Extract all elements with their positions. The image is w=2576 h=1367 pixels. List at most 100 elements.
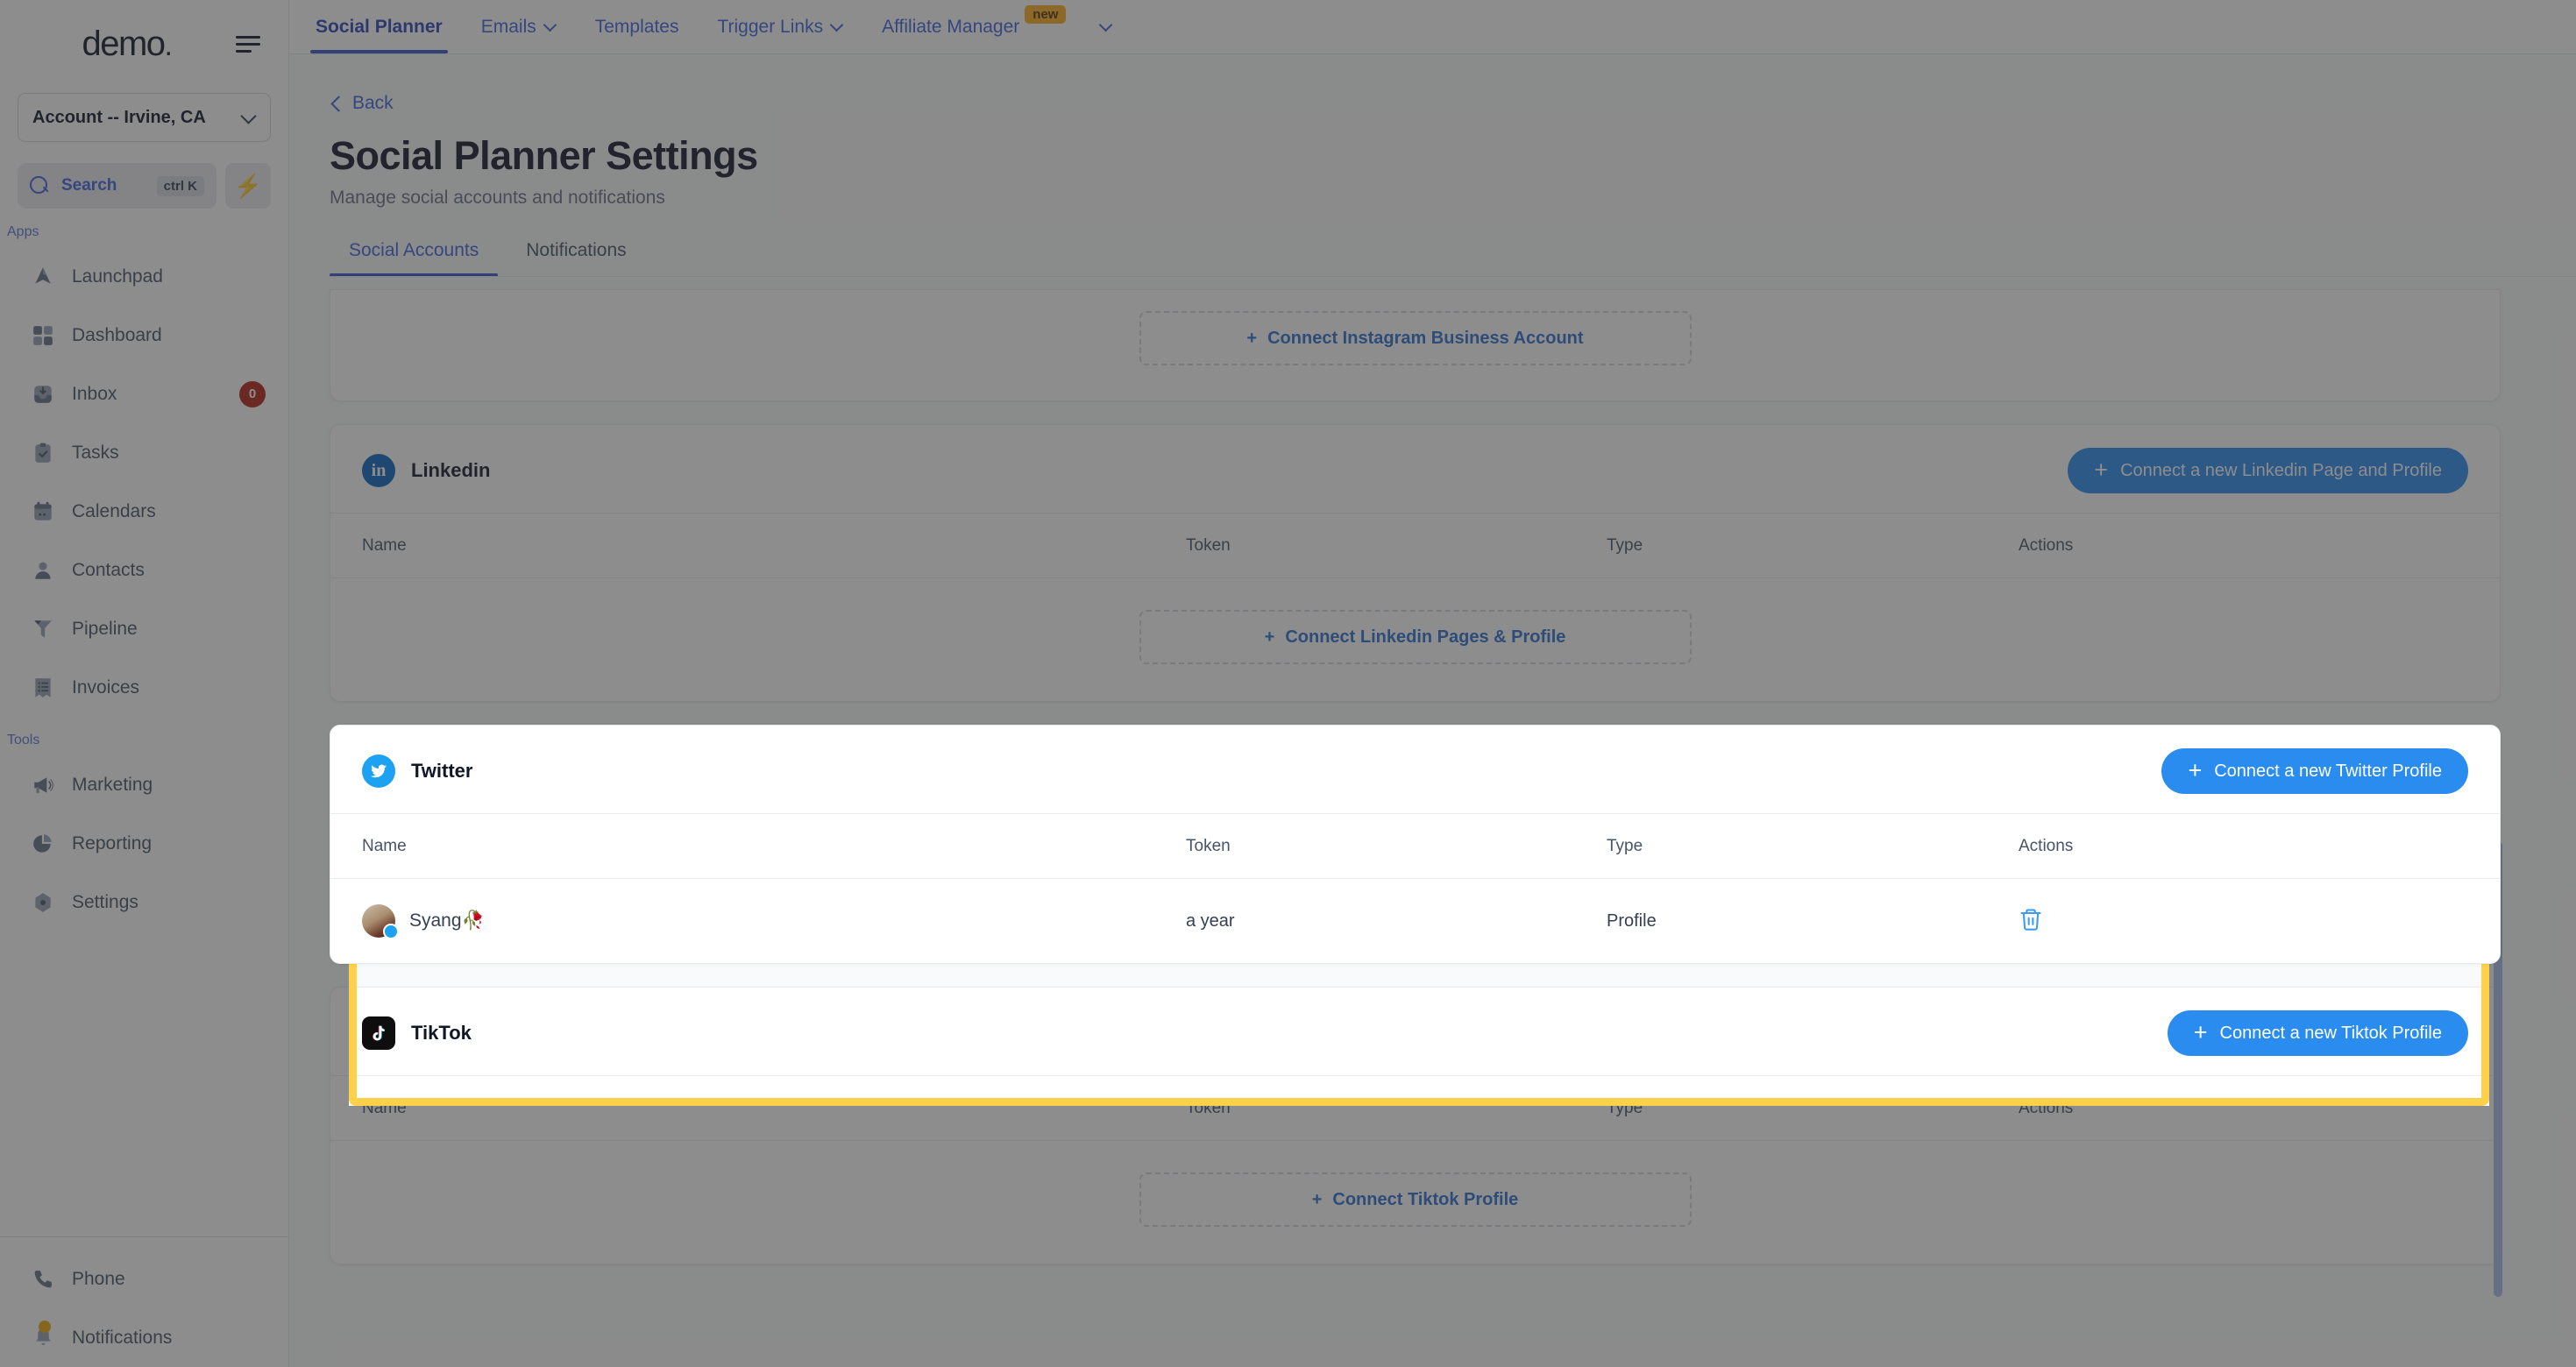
column-header-name: Name: [362, 836, 407, 855]
column-header-name: Name: [362, 535, 407, 555]
sidebar-item-phone[interactable]: Phone: [0, 1250, 288, 1308]
sidebar-item-invoices[interactable]: Invoices: [0, 658, 288, 717]
sidebar-item-contacts[interactable]: Contacts: [0, 541, 288, 599]
sidebar-item-label: Settings: [72, 891, 138, 912]
tab-social-accounts[interactable]: Social Accounts: [330, 240, 499, 277]
tab-label: Emails: [480, 16, 536, 37]
tab-overflow-button[interactable]: [1085, 0, 1128, 53]
sidebar-item-dashboard[interactable]: Dashboard: [0, 306, 288, 365]
tab-notifications[interactable]: Notifications: [507, 240, 645, 277]
settings-tabs: Social Accounts Notifications: [330, 240, 2576, 277]
sidebar-item-label: Marketing: [72, 774, 153, 795]
sidebar-item-label: Calendars: [72, 500, 156, 521]
sidebar-collapse-icon[interactable]: [231, 26, 266, 61]
sidebar-item-calendars[interactable]: Calendars: [0, 482, 288, 541]
column-header-token: Token: [1186, 1098, 1231, 1117]
tiktok-platform: TikTok: [362, 1016, 472, 1050]
sidebar-brand-row: demo.: [0, 0, 288, 88]
delete-icon[interactable]: [2019, 908, 2043, 935]
tab-affiliate-manager[interactable]: Affiliate Manager new: [862, 0, 1085, 53]
sidebar-item-launchpad[interactable]: Launchpad: [0, 247, 288, 306]
sidebar-group-label-tools: Tools: [7, 733, 40, 747]
tab-label: Templates: [594, 16, 679, 37]
sidebar-item-label: Tasks: [72, 442, 119, 463]
button-label: Connect a new Linkedin Page and Profile: [2120, 460, 2442, 480]
sidebar-item-tasks[interactable]: Tasks: [0, 423, 288, 482]
column-header-type: Type: [1607, 535, 1643, 555]
quick-actions-button[interactable]: ⚡: [225, 163, 271, 209]
table-row: Syang🥀 a year Profile: [330, 879, 2500, 963]
chevron-down-icon: [242, 110, 256, 124]
tiktok-header: TikTok + Connect a new Tiktok Profile: [330, 988, 2500, 1075]
sidebar-item-label: Launchpad: [72, 266, 163, 287]
sidebar-item-label: Notifications: [72, 1327, 173, 1348]
connect-tiktok-profile-button[interactable]: + Connect Tiktok Profile: [1139, 1172, 1692, 1227]
actions-cell: [2019, 907, 2468, 936]
connect-new-linkedin-page-and-profile-button[interactable]: + Connect a new Linkedin Page and Profil…: [2068, 448, 2468, 493]
column-header-actions: Actions: [2019, 1098, 2074, 1117]
page-header: Back Social Planner Settings Manage soci…: [289, 54, 2576, 209]
linkedin-table: Name Token Type Actions + Connect Linked…: [330, 513, 2500, 701]
sidebar-search-row: Search ctrl K ⚡: [18, 163, 271, 209]
section-instagram: + Connect Instagram Business Account: [330, 289, 2501, 401]
sidebar-item-label: Dashboard: [72, 324, 162, 345]
back-button[interactable]: Back: [330, 93, 394, 114]
tiktok-table: Name Token Type Actions + Connect Tiktok…: [330, 1075, 2500, 1264]
section-linkedin: in Linkedin + Connect a new Linkedin Pag…: [330, 424, 2501, 702]
sidebar-bottom: Phone Notifications: [0, 1236, 288, 1367]
connect-instagram-business-account-button[interactable]: + Connect Instagram Business Account: [1139, 311, 1692, 365]
section-tiktok: TikTok + Connect a new Tiktok Profile Na…: [330, 987, 2501, 1264]
button-label: Connect Instagram Business Account: [1267, 328, 1584, 348]
verified-badge-icon: [383, 924, 399, 939]
tab-label: Notifications: [526, 240, 627, 260]
connect-linkedin-pages-and-profile-button[interactable]: + Connect Linkedin Pages & Profile: [1139, 610, 1692, 664]
tab-label: Trigger Links: [717, 16, 824, 37]
back-label: Back: [352, 93, 394, 113]
tabs-divider: [330, 276, 2576, 277]
new-badge: new: [1025, 5, 1067, 24]
button-label: Connect Linkedin Pages & Profile: [1285, 627, 1566, 647]
column-header-type: Type: [1607, 1098, 1643, 1117]
sidebar-item-marketing[interactable]: Marketing: [0, 755, 288, 814]
tab-templates[interactable]: Templates: [576, 0, 699, 53]
inbox-icon: [30, 381, 56, 407]
search-label: Search: [61, 176, 117, 195]
avatar: [362, 904, 399, 939]
tab-emails[interactable]: Emails: [462, 0, 576, 53]
sidebar-item-label: Contacts: [72, 559, 145, 580]
tab-social-planner[interactable]: Social Planner: [296, 0, 462, 53]
platform-name: Twitter: [411, 760, 473, 782]
linkedin-platform: in Linkedin: [362, 454, 490, 487]
token-cell: a year: [1186, 910, 1235, 931]
twitter-platform: Twitter: [362, 754, 472, 788]
connect-new-twitter-profile-button[interactable]: + Connect a new Twitter Profile: [2161, 748, 2468, 794]
tab-trigger-links[interactable]: Trigger Links: [698, 0, 862, 53]
plus-icon: +: [1264, 627, 1275, 647]
instagram-connect-area: + Connect Instagram Business Account: [330, 290, 2500, 400]
tasks-icon: [30, 440, 56, 466]
button-label: Connect a new Twitter Profile: [2214, 761, 2442, 781]
profile-name: Syang🥀: [409, 910, 485, 931]
page-subtitle: Manage social accounts and notifications: [330, 188, 665, 208]
sidebar-item-inbox[interactable]: Inbox 0: [0, 365, 288, 423]
launchpad-icon: [30, 264, 56, 290]
sidebar-item-pipeline[interactable]: Pipeline: [0, 599, 288, 658]
search-input[interactable]: Search ctrl K: [18, 163, 216, 209]
gear-icon: [30, 889, 56, 916]
sidebar-item-reporting[interactable]: Reporting: [0, 814, 288, 873]
account-selector-label: Account -- Irvine, CA: [32, 107, 206, 127]
connect-new-tiktok-profile-button[interactable]: + Connect a new Tiktok Profile: [2167, 1010, 2468, 1056]
account-selector[interactable]: Account -- Irvine, CA: [18, 93, 271, 142]
contacts-icon: [30, 557, 56, 584]
tiktok-icon: [362, 1016, 395, 1050]
sections-scroll-area[interactable]: + Connect Instagram Business Account in …: [289, 289, 2576, 1264]
platform-name: Linkedin: [411, 459, 491, 481]
app-logo: demo.: [82, 24, 173, 63]
type-cell: Profile: [1607, 910, 1657, 931]
sidebar-item-settings[interactable]: Settings: [0, 873, 288, 931]
phone-icon: [30, 1266, 56, 1293]
button-label: Connect a new Tiktok Profile: [2219, 1023, 2442, 1043]
page-title: Social Planner Settings: [330, 133, 758, 178]
sidebar-item-notifications[interactable]: Notifications: [0, 1308, 288, 1367]
